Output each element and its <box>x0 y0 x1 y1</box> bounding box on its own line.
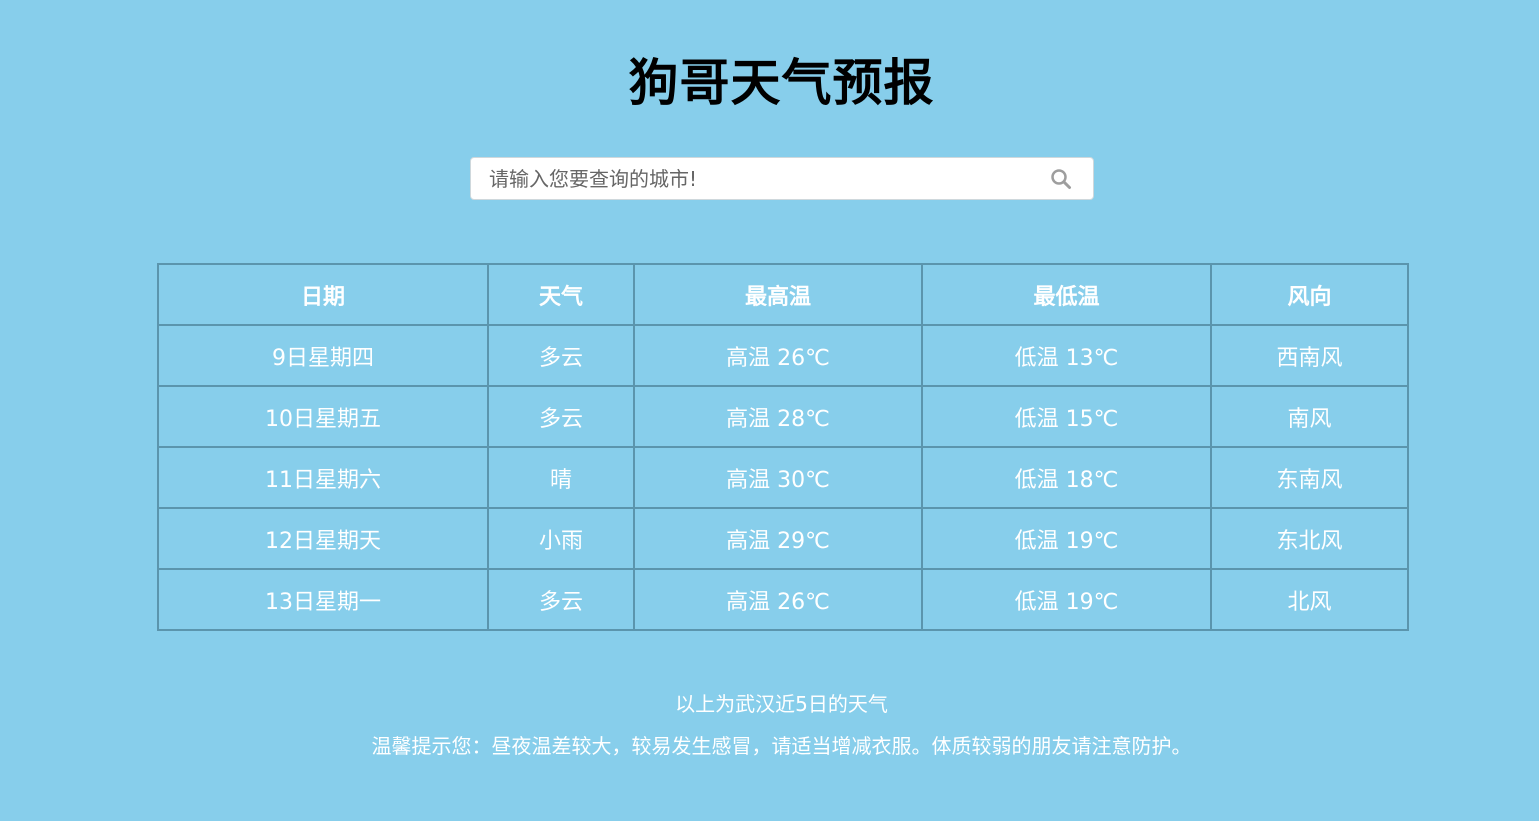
cell-date: 10日星期五 <box>157 385 489 448</box>
cell-weather: 多云 <box>487 324 635 387</box>
header-date: 日期 <box>157 263 489 326</box>
header-wind: 风向 <box>1210 263 1409 326</box>
cell-wind: 北风 <box>1210 568 1409 631</box>
table-row: 10日星期五 多云 高温 28℃ 低温 15℃ 南风 <box>157 385 1409 448</box>
cell-date: 11日星期六 <box>157 446 489 509</box>
search-box[interactable] <box>470 157 1094 200</box>
cell-date: 13日星期一 <box>157 568 489 631</box>
cell-weather: 小雨 <box>487 507 635 570</box>
cell-high-temp: 高温 26℃ <box>633 568 923 631</box>
header-weather: 天气 <box>487 263 635 326</box>
cell-weather: 晴 <box>487 446 635 509</box>
cell-low-temp: 低温 13℃ <box>921 324 1212 387</box>
weather-table: 日期 天气 最高温 最低温 风向 9日星期四 多云 高温 26℃ 低温 13℃ … <box>157 263 1409 631</box>
table-row: 11日星期六 晴 高温 30℃ 低温 18℃ 东南风 <box>157 446 1409 509</box>
table-row: 13日星期一 多云 高温 26℃ 低温 19℃ 北风 <box>157 568 1409 631</box>
cell-low-temp: 低温 15℃ <box>921 385 1212 448</box>
cell-wind: 南风 <box>1210 385 1409 448</box>
cell-wind: 西南风 <box>1210 324 1409 387</box>
cell-weather: 多云 <box>487 385 635 448</box>
page-title: 狗哥天气预报 <box>628 54 935 112</box>
cell-high-temp: 高温 28℃ <box>633 385 923 448</box>
table-header-row: 日期 天气 最高温 最低温 风向 <box>157 263 1409 326</box>
cell-wind: 东北风 <box>1210 507 1409 570</box>
forecast-summary: 以上为武汉近5日的天气 <box>675 692 888 716</box>
health-tip: 温馨提示您：昼夜温差较大，较易发生感冒，请适当增减衣服。体质较弱的朋友请注意防护… <box>371 734 1192 758</box>
cell-high-temp: 高温 30℃ <box>633 446 923 509</box>
cell-high-temp: 高温 26℃ <box>633 324 923 387</box>
search-input[interactable] <box>471 158 1047 199</box>
cell-low-temp: 低温 19℃ <box>921 507 1212 570</box>
cell-date: 9日星期四 <box>157 324 489 387</box>
cell-weather: 多云 <box>487 568 635 631</box>
cell-high-temp: 高温 29℃ <box>633 507 923 570</box>
header-low-temp: 最低温 <box>921 263 1212 326</box>
search-icon[interactable] <box>1047 165 1075 193</box>
cell-low-temp: 低温 18℃ <box>921 446 1212 509</box>
table-row: 9日星期四 多云 高温 26℃ 低温 13℃ 西南风 <box>157 324 1409 387</box>
table-row: 12日星期天 小雨 高温 29℃ 低温 19℃ 东北风 <box>157 507 1409 570</box>
header-high-temp: 最高温 <box>633 263 923 326</box>
cell-date: 12日星期天 <box>157 507 489 570</box>
cell-low-temp: 低温 19℃ <box>921 568 1212 631</box>
cell-wind: 东南风 <box>1210 446 1409 509</box>
